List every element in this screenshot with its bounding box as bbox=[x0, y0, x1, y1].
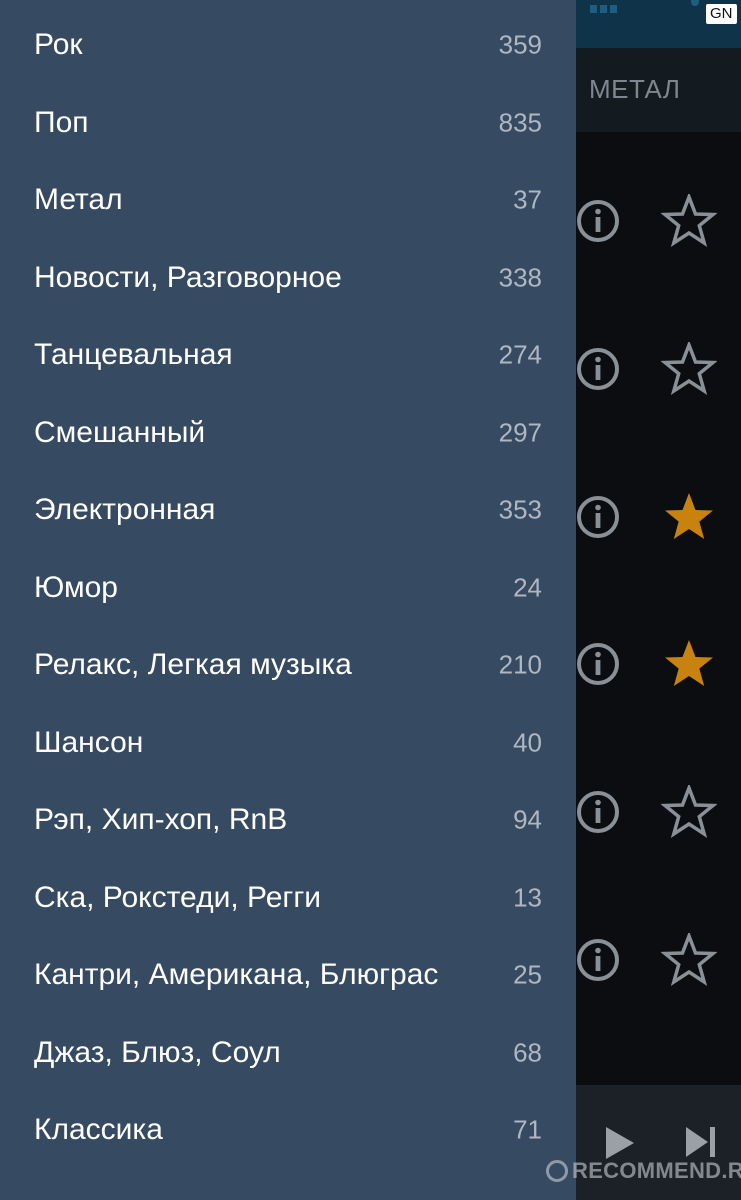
info-icon[interactable] bbox=[575, 937, 621, 983]
genre-count: 835 bbox=[498, 107, 542, 137]
watermark: RECOMMEND.RU bbox=[546, 1158, 741, 1188]
watermark-text: RECOMMEND.RU bbox=[572, 1158, 741, 1183]
genre-label: Рок bbox=[34, 28, 83, 61]
genre-count: 94 bbox=[513, 804, 542, 835]
genre-item[interactable]: Джаз, Блюз, Соул 68 bbox=[0, 1014, 576, 1091]
genre-count: 353 bbox=[498, 494, 542, 525]
genre-count: 68 bbox=[513, 1037, 542, 1067]
genre-item[interactable]: Электронная 353 bbox=[0, 472, 576, 549]
genre-count: 297 bbox=[498, 417, 542, 447]
info-icon[interactable] bbox=[575, 494, 621, 540]
info-icon[interactable] bbox=[575, 641, 621, 687]
indicator-icon bbox=[691, 0, 699, 6]
genre-item[interactable]: Кантри, Американа, Блюграс 25 bbox=[0, 937, 576, 1014]
genre-label: Шансон bbox=[34, 725, 144, 759]
genre-count: 71 bbox=[513, 1114, 542, 1145]
star-filled-icon[interactable] bbox=[661, 637, 717, 691]
genre-label: Поп bbox=[34, 105, 89, 139]
equalizer-icon bbox=[590, 0, 626, 13]
genre-label: Классика bbox=[34, 1113, 163, 1146]
genre-count: 13 bbox=[513, 882, 542, 912]
status-badge: GN bbox=[706, 4, 737, 24]
genre-item[interactable]: Классика 71 bbox=[0, 1092, 576, 1169]
genre-count: 24 bbox=[513, 572, 542, 602]
genre-item[interactable]: Танцевальная 274 bbox=[0, 317, 576, 394]
play-icon[interactable] bbox=[604, 1125, 636, 1161]
genre-item[interactable]: Юмор 24 bbox=[0, 549, 576, 626]
star-outline-icon[interactable] bbox=[661, 342, 717, 396]
info-icon[interactable] bbox=[575, 789, 621, 835]
genre-item[interactable]: Ска, Рокстеди, Регги 13 bbox=[0, 859, 576, 936]
genre-label: Ска, Рокстеди, Регги bbox=[34, 880, 322, 914]
info-icon[interactable] bbox=[575, 346, 621, 392]
genre-item[interactable]: Поп 835 bbox=[0, 84, 576, 161]
genre-item[interactable]: Смешанный 297 bbox=[0, 394, 576, 471]
genre-label: Метал bbox=[34, 183, 123, 216]
recommend-logo-icon bbox=[546, 1160, 568, 1182]
genre-label: Юмор bbox=[34, 570, 118, 604]
genre-count: 274 bbox=[498, 339, 542, 370]
genre-label: Рэп, Хип-хоп, RnB bbox=[34, 803, 288, 836]
star-outline-icon[interactable] bbox=[661, 785, 717, 839]
skip-next-icon[interactable] bbox=[684, 1125, 718, 1159]
genre-item[interactable]: Шансон 40 bbox=[0, 704, 576, 781]
genre-label: Джаз, Блюз, Соул bbox=[34, 1035, 281, 1069]
genre-label: Релакс, Легкая музыка bbox=[34, 648, 352, 681]
genre-item[interactable]: Новости, Разговорное 338 bbox=[0, 239, 576, 316]
genre-count: 210 bbox=[498, 649, 542, 680]
info-icon[interactable] bbox=[575, 198, 621, 244]
genre-drawer: Рок 359 Поп 835 Метал 37 Новости, Разговорное 3… bbox=[0, 0, 576, 1200]
star-filled-icon[interactable] bbox=[661, 490, 717, 544]
genre-label: Танцевальная bbox=[34, 338, 233, 371]
star-outline-icon[interactable] bbox=[661, 194, 717, 248]
genre-count: 37 bbox=[513, 184, 542, 215]
genre-count: 359 bbox=[498, 29, 542, 60]
genre-label: Кантри, Американа, Блюграс bbox=[34, 958, 439, 991]
tab-metal[interactable]: МЕТАЛ bbox=[589, 74, 681, 105]
star-outline-icon[interactable] bbox=[661, 933, 717, 987]
genre-item[interactable]: Рэп, Хип-хоп, RnB 94 bbox=[0, 782, 576, 859]
genre-label: Электронная bbox=[34, 493, 216, 526]
genre-label: Новости, Разговорное bbox=[34, 260, 342, 294]
genre-item[interactable]: Рок 359 bbox=[0, 7, 576, 84]
genre-item[interactable]: Метал 37 bbox=[0, 162, 576, 239]
genre-item[interactable]: Релакс, Легкая музыка 210 bbox=[0, 627, 576, 704]
genre-count: 40 bbox=[513, 727, 542, 757]
genre-label: Смешанный bbox=[34, 415, 206, 449]
genre-count: 338 bbox=[498, 262, 542, 292]
genre-count: 25 bbox=[513, 959, 542, 990]
